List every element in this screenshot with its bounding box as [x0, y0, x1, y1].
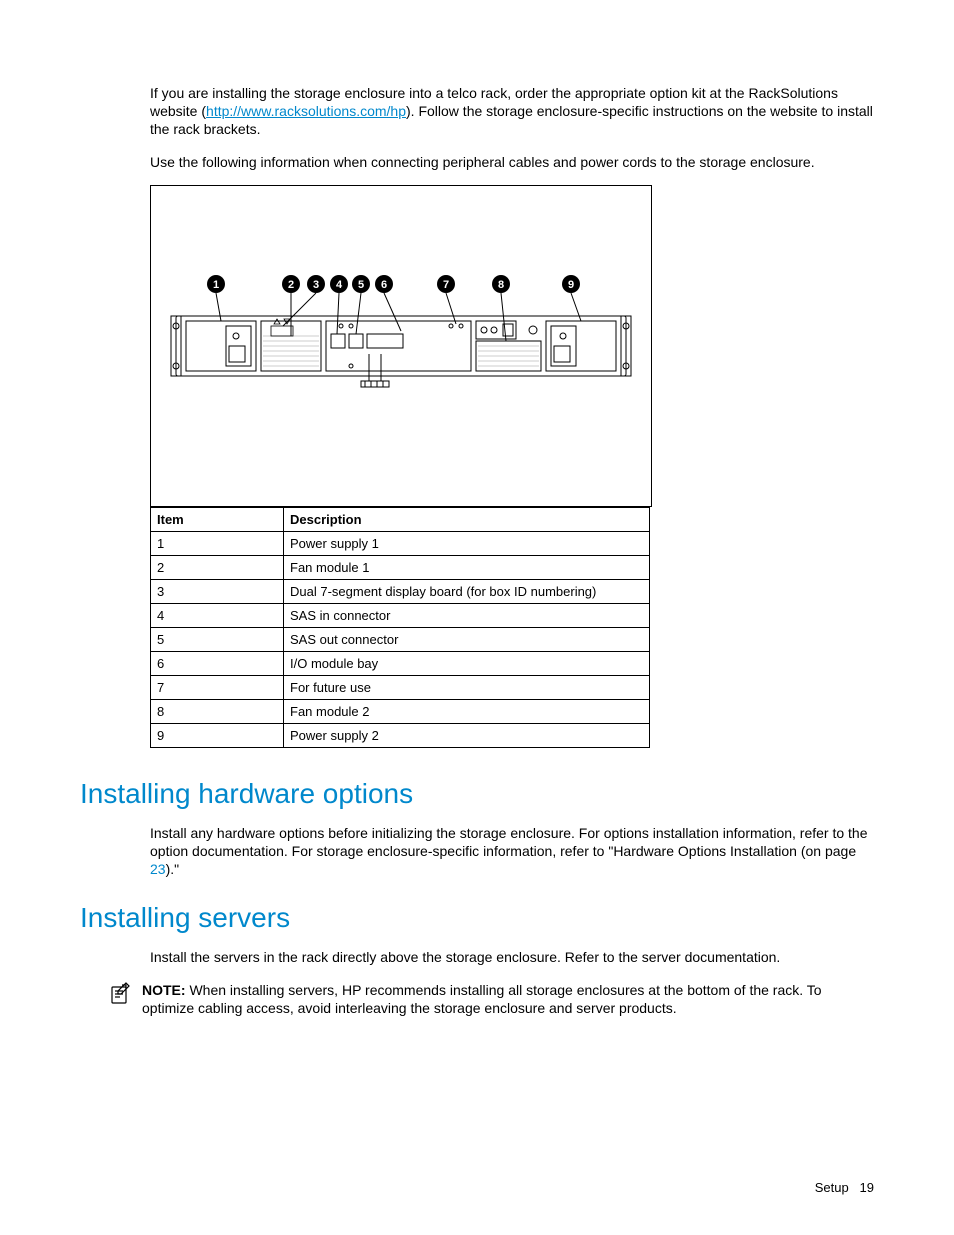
table-row: 3Dual 7-segment display board (for box I…	[151, 579, 650, 603]
th-item: Item	[151, 507, 284, 531]
callout-2: 2	[282, 275, 300, 336]
svg-text:9: 9	[568, 279, 574, 291]
heading-hw-options: Installing hardware options	[80, 778, 874, 810]
intro-para-2: Use the following information when conne…	[150, 153, 874, 171]
svg-text:7: 7	[443, 279, 449, 291]
rear-panel-diagram: 1 2 3 4 5 6 7 8 9	[150, 185, 652, 507]
svg-text:1: 1	[213, 279, 219, 291]
callout-8: 8	[492, 275, 510, 341]
table-row: 4SAS in connector	[151, 603, 650, 627]
svg-text:3: 3	[313, 279, 319, 291]
callout-5: 5	[352, 275, 370, 334]
table-row: 6I/O module bay	[151, 651, 650, 675]
svg-text:5: 5	[358, 279, 364, 291]
racksolutions-link[interactable]: http://www.racksolutions.com/hp	[206, 103, 406, 119]
intro-para-1: If you are installing the storage enclos…	[150, 84, 874, 139]
note-block: NOTE: When installing servers, HP recomm…	[80, 981, 874, 1019]
component-table: Item Description 1Power supply 1 2Fan mo…	[150, 507, 650, 748]
th-desc: Description	[284, 507, 650, 531]
page-footer: Setup 19	[815, 1180, 874, 1195]
callout-9: 9	[562, 275, 581, 321]
svg-text:8: 8	[498, 279, 504, 291]
callout-6: 6	[375, 275, 401, 331]
table-row: 7For future use	[151, 675, 650, 699]
note-text: NOTE: When installing servers, HP recomm…	[142, 981, 854, 1019]
table-row: 1Power supply 1	[151, 531, 650, 555]
callout-7: 7	[437, 275, 456, 324]
heading-servers: Installing servers	[80, 902, 874, 934]
hw-options-para: Install any hardware options before init…	[150, 824, 874, 879]
note-label: NOTE:	[142, 982, 186, 998]
svg-text:6: 6	[381, 279, 387, 291]
table-row: 8Fan module 2	[151, 699, 650, 723]
table-row: 5SAS out connector	[151, 627, 650, 651]
svg-text:4: 4	[336, 279, 343, 291]
footer-section: Setup	[815, 1180, 849, 1195]
table-row: 2Fan module 1	[151, 555, 650, 579]
note-icon	[108, 981, 132, 1010]
footer-page: 19	[860, 1180, 874, 1195]
callout-1: 1	[207, 275, 225, 321]
servers-para: Install the servers in the rack directly…	[150, 948, 874, 966]
page-link-23[interactable]: 23	[150, 861, 166, 877]
table-row: 9Power supply 2	[151, 723, 650, 747]
svg-text:2: 2	[288, 279, 294, 291]
